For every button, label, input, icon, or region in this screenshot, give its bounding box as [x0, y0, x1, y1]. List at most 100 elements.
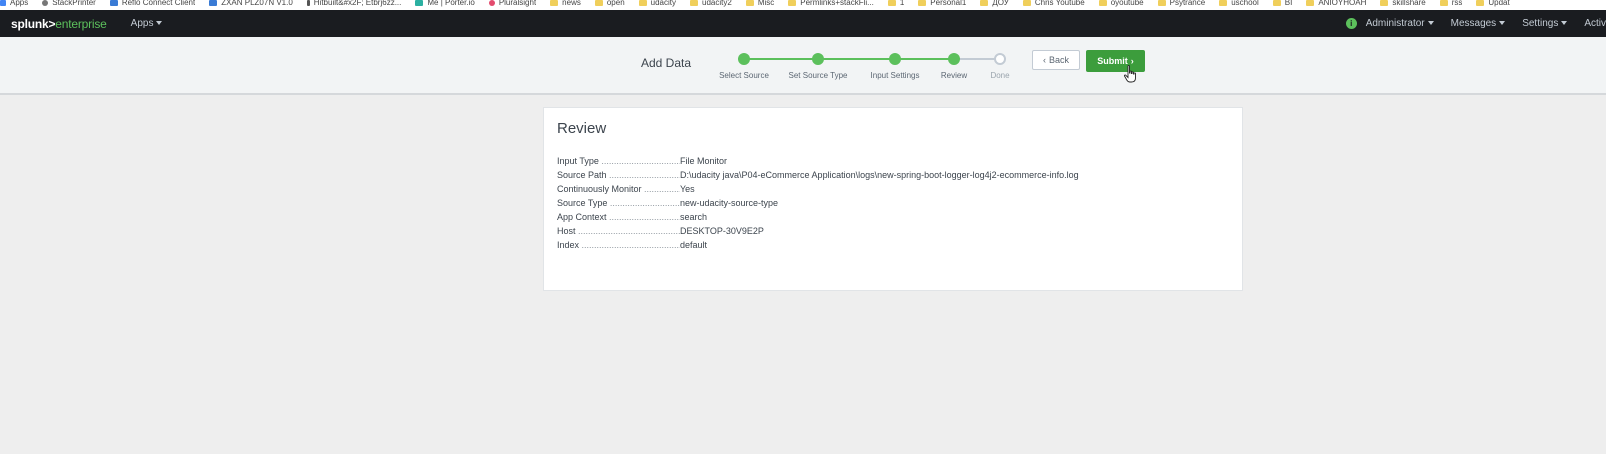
bookmark-item[interactable]: Updat [1476, 0, 1510, 8]
bookmark-label: ANIOYHOAH [1318, 0, 1367, 7]
site-icon [209, 0, 218, 6]
bookmark-item[interactable]: Apps [0, 0, 28, 8]
folder-icon [918, 0, 927, 6]
bookmark-label: StackPrinter [52, 0, 96, 7]
bookmark-item[interactable]: news [550, 0, 581, 8]
logo-main: splunk> [11, 16, 56, 31]
info-icon[interactable]: i [1345, 18, 1357, 29]
review-row: Indexdefault [557, 238, 1079, 252]
administrator-menu-label: Administrator [1365, 18, 1425, 29]
bookmark-label: Updat [1488, 0, 1510, 7]
page-title: Add Data [641, 56, 692, 70]
review-row-value: search [680, 212, 708, 222]
administrator-menu[interactable]: Administrator [1366, 18, 1434, 29]
settings-menu[interactable]: Settings [1522, 18, 1568, 29]
bookmark-label: Apps [10, 0, 29, 7]
bookmark-item[interactable]: BI [1272, 0, 1293, 8]
bookmark-label: Pluralsight [498, 0, 537, 7]
review-panel: Review Input TypeFile MonitorSource Path… [543, 107, 1243, 291]
messages-menu[interactable]: Messages [1451, 18, 1506, 29]
step-label: Input Settings [870, 71, 920, 80]
folder-icon [1022, 0, 1031, 6]
bookmark-item[interactable]: Reflo Connect Client [109, 0, 195, 8]
bookmark-item[interactable]: Personal1 [918, 0, 966, 8]
bookmark-item[interactable]: Chris Youtube [1022, 0, 1085, 8]
folder-icon [1272, 0, 1281, 6]
review-row-label: Host [557, 226, 680, 236]
topbar-right: i Administrator Messages Settings Activ [1345, 10, 1606, 37]
review-row-label: App Context [557, 212, 680, 222]
apps-menu[interactable]: Apps [131, 18, 163, 29]
folder-icon [1306, 0, 1315, 6]
review-row: Source PathD:\udacity java\P04-eCommerce… [557, 168, 1079, 182]
back-button-label: Back [1048, 55, 1069, 65]
review-row-label: Input Type [557, 156, 680, 166]
folder-icon [594, 0, 603, 6]
bookmark-item[interactable]: rss [1439, 0, 1462, 8]
folder-icon [1380, 0, 1389, 6]
bookmark-label: Personal1 [930, 0, 967, 7]
step-connector [895, 58, 954, 60]
step-dot [994, 53, 1006, 65]
bookmark-item[interactable]: StackPrinter [42, 0, 96, 8]
bookmark-label: Misc [757, 0, 775, 7]
bookmark-label: udacity [650, 0, 677, 7]
hand-cursor-icon [1123, 65, 1136, 83]
review-row: Source Typenew-udacity-source-type [557, 196, 1079, 210]
folder-icon [1476, 0, 1485, 6]
bookmark-item[interactable]: open [594, 0, 625, 8]
bookmark-item[interactable]: oyoutube [1098, 0, 1144, 8]
bookmark-item[interactable]: ZXAN PLZ07N V1.0 [209, 0, 293, 8]
review-row-label: Source Path [557, 170, 680, 180]
splunk-logo[interactable]: splunk>enterprise [11, 17, 107, 31]
folder-icon [1098, 0, 1107, 6]
activity-menu[interactable]: Activ [1584, 18, 1606, 29]
review-row-value: D:\udacity java\P04-eCommerce Applicatio… [680, 170, 1079, 180]
splunk-topbar: splunk>enterprise Apps i Administrator M… [0, 10, 1606, 37]
bookmark-item[interactable]: Misc [745, 0, 775, 8]
folder-icon [550, 0, 559, 6]
chevron-down-icon [1561, 21, 1568, 26]
bookmark-item[interactable]: udacity2 [690, 0, 732, 8]
folder-icon [1219, 0, 1228, 6]
bookmark-label: BI [1284, 0, 1293, 7]
bookmark-item[interactable]: 1 [887, 0, 904, 8]
step-label: Set Source Type [788, 71, 848, 80]
folder-icon [690, 0, 699, 6]
review-row: HostDESKTOP-30V9E2P [557, 224, 1079, 238]
step-connector [744, 58, 818, 60]
bookmark-label: oyoutube [1110, 0, 1144, 7]
review-row-label: Source Type [557, 198, 680, 208]
bookmark-label: open [606, 0, 625, 7]
step-label: Done [990, 71, 1010, 80]
folder-icon [980, 0, 989, 6]
review-row-label: Continuously Monitor [557, 184, 680, 194]
bookmark-item[interactable]: Me | Porter.io [415, 0, 475, 8]
bookmark-label: Me | Porter.io [427, 0, 475, 7]
activity-menu-label: Activ [1584, 18, 1606, 29]
bookmark-item[interactable]: uschool [1219, 0, 1259, 8]
bookmark-item[interactable]: Permlinks+stackFli... [788, 0, 874, 8]
step-dot [889, 53, 901, 65]
logo-sub: enterprise [55, 16, 107, 31]
folder-icon [788, 0, 797, 6]
bookmark-item[interactable]: ANIOYHOAH [1306, 0, 1366, 8]
back-button[interactable]: ‹ Back [1032, 50, 1080, 70]
step-label: Review [940, 71, 968, 80]
bookmark-item[interactable]: udacity [638, 0, 677, 8]
bookmark-label: udacity2 [702, 0, 732, 7]
bookmark-label: Chris Youtube [1034, 0, 1085, 7]
review-row-value: new-udacity-source-type [680, 198, 779, 208]
chevron-left-icon: ‹ [1042, 55, 1046, 65]
bookmark-item[interactable]: Pluralsight [488, 0, 537, 8]
step-label: Select Source [719, 71, 769, 80]
bookmark-label: news [562, 0, 581, 7]
bookmark-item[interactable]: Hitbuilt&#x2F; Etbrj6zz... [306, 0, 401, 8]
bookmark-item[interactable]: ДОУ [980, 0, 1009, 8]
bookmark-item[interactable]: Psytrance [1157, 0, 1205, 8]
bookmarks-bar: Apps StackPrinter Reflo Connect Client ZXAN… [0, 0, 1606, 10]
bookmark-item[interactable]: skillshare [1380, 0, 1426, 8]
chevron-down-icon [1427, 21, 1434, 26]
review-row-value: DESKTOP-30V9E2P [680, 226, 764, 236]
step-dot [948, 53, 960, 65]
